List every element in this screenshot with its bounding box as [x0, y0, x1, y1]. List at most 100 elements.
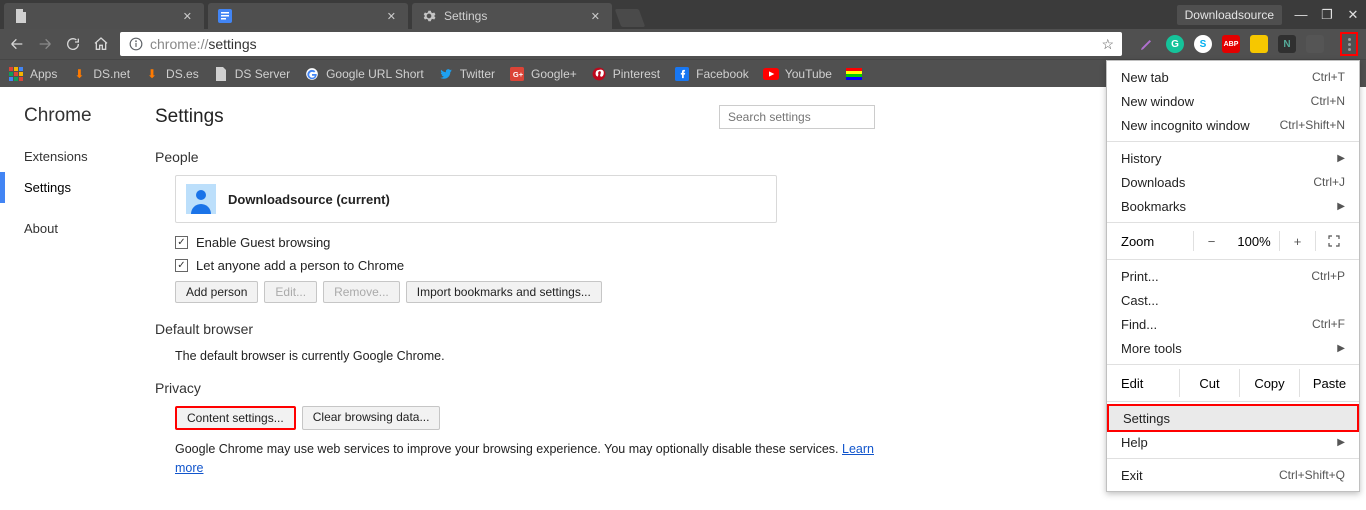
new-tab-button[interactable] [615, 9, 646, 27]
menu-history[interactable]: History▶ [1107, 146, 1359, 170]
chk-guest-browsing[interactable]: Enable Guest browsing [175, 235, 875, 250]
chevron-right-icon: ▶ [1337, 153, 1345, 164]
fullscreen-button[interactable] [1315, 231, 1351, 251]
apps-button[interactable]: Apps [8, 66, 57, 82]
bm-rainbow[interactable] [846, 66, 862, 82]
ext-abp-icon[interactable]: ABP [1222, 35, 1240, 53]
menu-edit-label: Edit [1107, 369, 1179, 397]
url-path: settings [208, 36, 256, 52]
menu-copy[interactable]: Copy [1239, 369, 1299, 397]
close-icon[interactable]: ✕ [183, 10, 192, 23]
menu-incognito[interactable]: New incognito windowCtrl+Shift+N [1107, 113, 1359, 137]
gdoc-icon [218, 9, 232, 23]
sidebar-item-extensions[interactable]: Extensions [0, 141, 155, 172]
ext-yellow-icon[interactable] [1250, 35, 1268, 53]
menu-bookmarks[interactable]: Bookmarks▶ [1107, 194, 1359, 218]
ext-grammarly-icon[interactable]: G [1166, 35, 1184, 53]
bm-pinterest[interactable]: Pinterest [591, 66, 660, 82]
menu-downloads[interactable]: DownloadsCtrl+J [1107, 170, 1359, 194]
add-person-button[interactable]: Add person [175, 281, 258, 303]
edit-person-button: Edit... [264, 281, 317, 303]
zoom-in-button[interactable]: + [1279, 231, 1315, 251]
tab-2-label: Settings [444, 9, 487, 23]
menu-new-tab[interactable]: New tabCtrl+T [1107, 65, 1359, 89]
star-icon[interactable]: ☆ [1101, 36, 1114, 53]
chevron-right-icon: ▶ [1337, 437, 1345, 448]
rainbow-icon [846, 66, 862, 82]
menu-find[interactable]: Find...Ctrl+F [1107, 312, 1359, 336]
apps-icon [8, 66, 24, 82]
ext-square-icon[interactable] [1306, 35, 1324, 53]
ext-pen-icon[interactable] [1138, 35, 1156, 53]
down-icon: ⬇ [144, 66, 160, 82]
chevron-right-icon: ▶ [1337, 201, 1345, 212]
menu-help[interactable]: Help▶ [1107, 430, 1359, 454]
user-badge[interactable]: Downloadsource [1177, 5, 1282, 25]
close-icon[interactable]: ✕ [591, 10, 600, 23]
search-input[interactable] [719, 105, 875, 129]
svg-text:G+: G+ [513, 69, 524, 78]
default-browser-desc: The default browser is currently Google … [175, 347, 875, 366]
checkbox-icon [175, 236, 188, 249]
menu-new-window[interactable]: New windowCtrl+N [1107, 89, 1359, 113]
close-icon[interactable]: ✕ [387, 10, 396, 23]
bm-twitter[interactable]: Twitter [438, 66, 495, 82]
sidebar-item-settings[interactable]: Settings [0, 172, 155, 203]
remove-person-button: Remove... [323, 281, 400, 303]
profile-name: Downloadsource (current) [228, 192, 390, 207]
content-settings-button[interactable]: Content settings... [175, 406, 296, 430]
zoom-out-button[interactable]: − [1193, 231, 1229, 251]
menu-cast[interactable]: Cast... [1107, 288, 1359, 312]
clear-browsing-data-button[interactable]: Clear browsing data... [302, 406, 441, 430]
import-bookmarks-button[interactable]: Import bookmarks and settings... [406, 281, 602, 303]
gear-icon [422, 9, 436, 23]
info-icon[interactable] [128, 36, 144, 52]
doc-icon [213, 66, 229, 82]
menu-edit-row: Edit Cut Copy Paste [1107, 369, 1359, 397]
home-icon[interactable] [92, 35, 110, 53]
menu-button[interactable] [1340, 32, 1358, 56]
pinterest-icon [591, 66, 607, 82]
chrome-menu: New tabCtrl+T New windowCtrl+N New incog… [1106, 60, 1360, 492]
back-icon[interactable] [8, 35, 26, 53]
section-default-browser-title: Default browser [155, 321, 875, 337]
chk-add-person[interactable]: Let anyone add a person to Chrome [175, 258, 875, 273]
tab-2[interactable]: Settings ✕ [412, 3, 612, 29]
ext-n-icon[interactable]: N [1278, 35, 1296, 53]
close-window-icon[interactable]: ✕ [1340, 5, 1366, 25]
menu-more-tools[interactable]: More tools▶ [1107, 336, 1359, 360]
privacy-desc: Google Chrome may use web services to im… [175, 440, 875, 478]
bm-dsnet[interactable]: ⬇DS.net [71, 66, 130, 82]
menu-zoom: Zoom − 100% + [1107, 227, 1359, 255]
bm-youtube[interactable]: YouTube [763, 66, 832, 82]
reload-icon[interactable] [64, 35, 82, 53]
gplus-icon: G+ [509, 66, 525, 82]
menu-paste[interactable]: Paste [1299, 369, 1359, 397]
bm-dsserver[interactable]: DS Server [213, 66, 290, 82]
profile-row[interactable]: Downloadsource (current) [175, 175, 777, 223]
zoom-value: 100% [1229, 234, 1279, 249]
bm-facebook[interactable]: Facebook [674, 66, 749, 82]
brand-label: Chrome [0, 105, 155, 141]
address-bar[interactable]: chrome://settings ☆ [120, 32, 1122, 56]
bm-gurl[interactable]: Google URL Short [304, 66, 424, 82]
bm-gplus[interactable]: G+Google+ [509, 66, 577, 82]
twitter-icon [438, 66, 454, 82]
tab-0[interactable]: ✕ [4, 3, 204, 29]
google-icon [304, 66, 320, 82]
sidebar: Chrome Extensions Settings About [0, 87, 155, 510]
forward-icon [36, 35, 54, 53]
facebook-icon [674, 66, 690, 82]
menu-exit[interactable]: ExitCtrl+Shift+Q [1107, 463, 1359, 487]
menu-cut[interactable]: Cut [1179, 369, 1239, 397]
menu-print[interactable]: Print...Ctrl+P [1107, 264, 1359, 288]
sidebar-item-about[interactable]: About [0, 213, 155, 244]
bm-dses[interactable]: ⬇DS.es [144, 66, 199, 82]
maximize-icon[interactable]: ❐ [1314, 5, 1340, 25]
ext-skype-icon[interactable]: S [1194, 35, 1212, 53]
extension-icons: G S ABP N [1132, 35, 1330, 53]
menu-settings[interactable]: Settings [1107, 404, 1359, 432]
minimize-icon[interactable]: — [1288, 5, 1314, 25]
url-proto: chrome:// [150, 36, 208, 52]
tab-1[interactable]: ✕ [208, 3, 408, 29]
